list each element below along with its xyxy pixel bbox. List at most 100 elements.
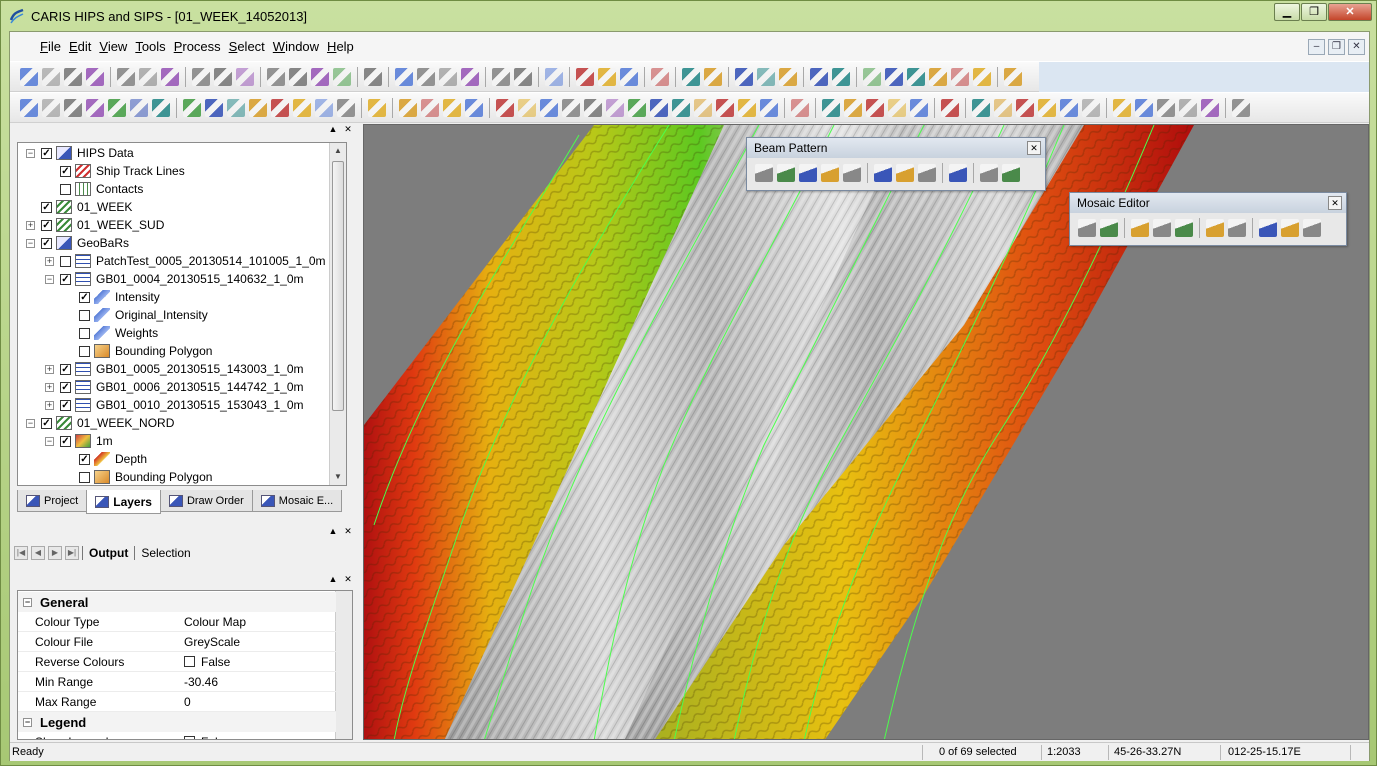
close-mosaic-editor-icon[interactable]: ✕ — [1328, 196, 1342, 210]
property-value[interactable]: Colour Map — [178, 615, 246, 629]
layer-tree-item[interactable]: Original_Intensity — [64, 306, 208, 324]
main-tool-19-icon[interactable] — [461, 67, 479, 86]
process-tool-15-icon[interactable] — [337, 98, 355, 117]
property-row[interactable]: Reverse Colours False — [18, 652, 336, 672]
collapse-icon[interactable]: − — [26, 148, 35, 158]
mosaic-tool-7-icon[interactable] — [1228, 219, 1246, 237]
beam-tool-10-icon[interactable] — [980, 164, 998, 182]
property-row[interactable]: Colour Type Colour Map — [18, 612, 336, 632]
process-tool-1-icon[interactable] — [20, 98, 38, 117]
process-tool-19-icon[interactable] — [443, 98, 461, 117]
mosaic-tool-3-icon[interactable] — [1131, 219, 1149, 237]
properties-scrollbar[interactable] — [335, 591, 352, 739]
layer-visibility-checkbox[interactable] — [60, 183, 71, 195]
layer-visibility-checkbox[interactable] — [79, 345, 90, 357]
property-value[interactable]: -30.46 — [178, 675, 218, 689]
process-tool-13-icon[interactable] — [293, 98, 311, 117]
process-tool-7-icon[interactable] — [152, 98, 170, 117]
layer-visibility-checkbox[interactable]: ✓ — [60, 165, 71, 177]
collapse-icon[interactable]: − — [23, 597, 32, 607]
main-tool-2-icon[interactable] — [42, 67, 60, 86]
process-tool-5-icon[interactable] — [108, 98, 126, 117]
tab-layers[interactable]: Layers — [86, 490, 161, 514]
main-tool-39-icon[interactable] — [973, 67, 991, 86]
layer-visibility-checkbox[interactable]: ✓ — [41, 201, 52, 213]
mdi-minimize-button[interactable]: – — [1308, 39, 1325, 55]
main-tool-15-icon[interactable] — [364, 67, 382, 86]
process-tool-39-icon[interactable] — [910, 98, 928, 117]
menu-tools[interactable]: Tools — [131, 39, 169, 54]
property-value[interactable]: 0 — [178, 695, 191, 709]
pin-icon[interactable]: ▲ — [328, 125, 338, 135]
layer-tree-item[interactable]: − ✓ GeoBaRs — [26, 234, 129, 252]
main-tool-32-icon[interactable] — [810, 67, 828, 86]
process-tool-14-icon[interactable] — [315, 98, 333, 117]
close-panel-icon[interactable]: ✕ — [343, 575, 353, 585]
main-tool-26-icon[interactable] — [651, 67, 669, 86]
tree-scrollbar[interactable]: ▲ ▼ — [329, 143, 346, 485]
process-tool-3-icon[interactable] — [64, 98, 82, 117]
tab-project[interactable]: Project — [17, 490, 88, 512]
title-bar[interactable]: CARIS HIPS and SIPS - [01_WEEK_14052013]… — [1, 1, 1377, 31]
properties-grip[interactable]: ▲ ✕ — [10, 574, 355, 586]
property-value[interactable]: GreyScale — [178, 635, 240, 649]
map-view[interactable]: Beam Pattern ✕ Mosaic Editor ✕ — [363, 124, 1369, 740]
main-tool-12-icon[interactable] — [289, 67, 307, 86]
main-tool-22-icon[interactable] — [545, 67, 563, 86]
process-tool-51-icon[interactable] — [1201, 98, 1219, 117]
layer-visibility-checkbox[interactable]: ✓ — [60, 381, 71, 393]
beam-tool-4-icon[interactable] — [821, 164, 839, 182]
process-tool-34-icon[interactable] — [791, 98, 809, 117]
scroll-down-icon[interactable]: ▼ — [330, 469, 346, 485]
process-tool-23-icon[interactable] — [540, 98, 558, 117]
process-tool-9-icon[interactable] — [205, 98, 223, 117]
property-row[interactable]: Max Range 0 — [18, 692, 336, 712]
main-tool-24-icon[interactable] — [598, 67, 616, 86]
layer-visibility-checkbox[interactable]: ✓ — [60, 363, 71, 375]
process-tool-11-icon[interactable] — [249, 98, 267, 117]
property-checkbox[interactable] — [184, 736, 195, 739]
scroll-up-icon[interactable]: ▲ — [330, 143, 346, 159]
layer-tree-item[interactable]: + ✓ GB01_0005_20130515_143003_1_0m — [45, 360, 304, 378]
layer-tree-item[interactable]: ✓ Depth — [64, 450, 147, 468]
main-tool-35-icon[interactable] — [885, 67, 903, 86]
process-tool-52-icon[interactable] — [1232, 98, 1250, 117]
beam-tool-6-icon[interactable] — [874, 164, 892, 182]
process-tool-22-icon[interactable] — [518, 98, 536, 117]
layer-tree-item[interactable]: + PatchTest_0005_20130514_101005_1_0m — [45, 252, 326, 270]
layer-visibility-checkbox[interactable]: ✓ — [41, 417, 52, 429]
process-tool-28-icon[interactable] — [650, 98, 668, 117]
layer-visibility-checkbox[interactable] — [79, 327, 90, 339]
mosaic-tool-5-icon[interactable] — [1175, 219, 1193, 237]
process-tool-2-icon[interactable] — [42, 98, 60, 117]
process-tool-30-icon[interactable] — [694, 98, 712, 117]
main-tool-30-icon[interactable] — [757, 67, 775, 86]
main-tool-40-icon[interactable] — [1004, 67, 1022, 86]
main-tool-13-icon[interactable] — [311, 67, 329, 86]
main-tool-18-icon[interactable] — [439, 67, 457, 86]
process-tool-27-icon[interactable] — [628, 98, 646, 117]
expand-icon[interactable]: + — [45, 400, 54, 410]
collapse-icon[interactable]: − — [45, 436, 54, 446]
main-tool-33-icon[interactable] — [832, 67, 850, 86]
process-tool-38-icon[interactable] — [888, 98, 906, 117]
process-tool-33-icon[interactable] — [760, 98, 778, 117]
property-category[interactable]: − General — [18, 592, 336, 612]
beam-tool-1-icon[interactable] — [755, 164, 773, 182]
property-category[interactable]: − Legend — [18, 712, 336, 732]
close-window-button[interactable]: ✕ — [1328, 3, 1372, 21]
expand-icon[interactable]: + — [45, 364, 54, 374]
layer-tree-item[interactable]: Bounding Polygon — [64, 468, 212, 485]
process-tool-46-icon[interactable] — [1082, 98, 1100, 117]
prev-icon[interactable]: ◀ — [31, 546, 45, 560]
main-tool-14-icon[interactable] — [333, 67, 351, 86]
process-tool-21-icon[interactable] — [496, 98, 514, 117]
beam-tool-9-icon[interactable] — [949, 164, 967, 182]
process-tool-18-icon[interactable] — [421, 98, 439, 117]
property-value[interactable]: False — [178, 655, 230, 669]
close-panel-icon[interactable]: ✕ — [343, 527, 353, 537]
property-row[interactable]: Show Legend False — [18, 732, 336, 739]
main-tool-16-icon[interactable] — [395, 67, 413, 86]
close-panel-icon[interactable]: ✕ — [343, 125, 353, 135]
menu-process[interactable]: Process — [170, 39, 225, 54]
